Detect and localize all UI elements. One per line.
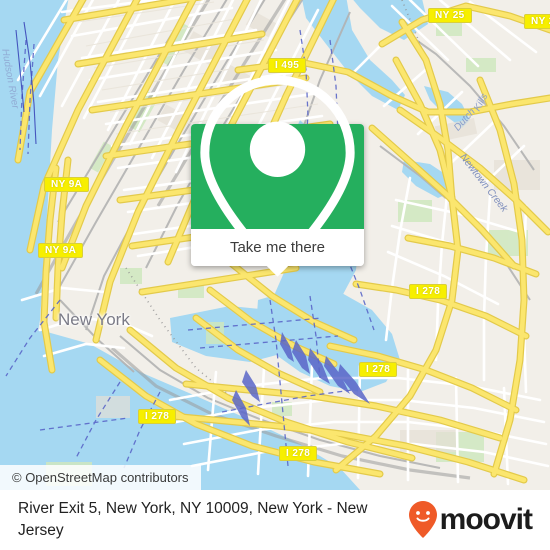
road-shield-ny25-b: NY 25 (524, 14, 550, 29)
road-shield-i278-d: I 278 (279, 446, 318, 461)
moovit-wordmark: moovit (439, 503, 533, 536)
popup-image-area (191, 75, 364, 277)
road-shield-i278-b: I 278 (359, 362, 398, 377)
location-address: River Exit 5, New York, NY 10009, New Yo… (18, 500, 368, 539)
road-shield-i278-c: I 278 (138, 409, 177, 424)
road-shield-ny9a-a: NY 9A (44, 177, 90, 192)
road-shield-i278-a: I 278 (409, 284, 448, 299)
map-screenshot: New York Hudson River Dutch Kills Newtow… (0, 0, 550, 550)
city-label-new-york: New York (58, 310, 130, 329)
map-pin-icon (200, 75, 355, 277)
popup-pointer-tail (268, 265, 287, 276)
moovit-smiley-pin-icon (408, 501, 437, 538)
map-attribution: © OpenStreetMap contributors (0, 465, 201, 490)
attribution-text: © OpenStreetMap contributors (12, 470, 189, 485)
map-canvas[interactable]: New York Hudson River Dutch Kills Newtow… (0, 0, 550, 490)
moovit-logo[interactable]: moovit (408, 500, 533, 540)
road-shield-ny9a-b: NY 9A (38, 243, 84, 258)
footer-bar: River Exit 5, New York, NY 10009, New Yo… (0, 490, 550, 550)
road-shield-ny25-a: NY 25 (428, 8, 472, 23)
location-popup-card[interactable]: Take me there (191, 75, 364, 277)
